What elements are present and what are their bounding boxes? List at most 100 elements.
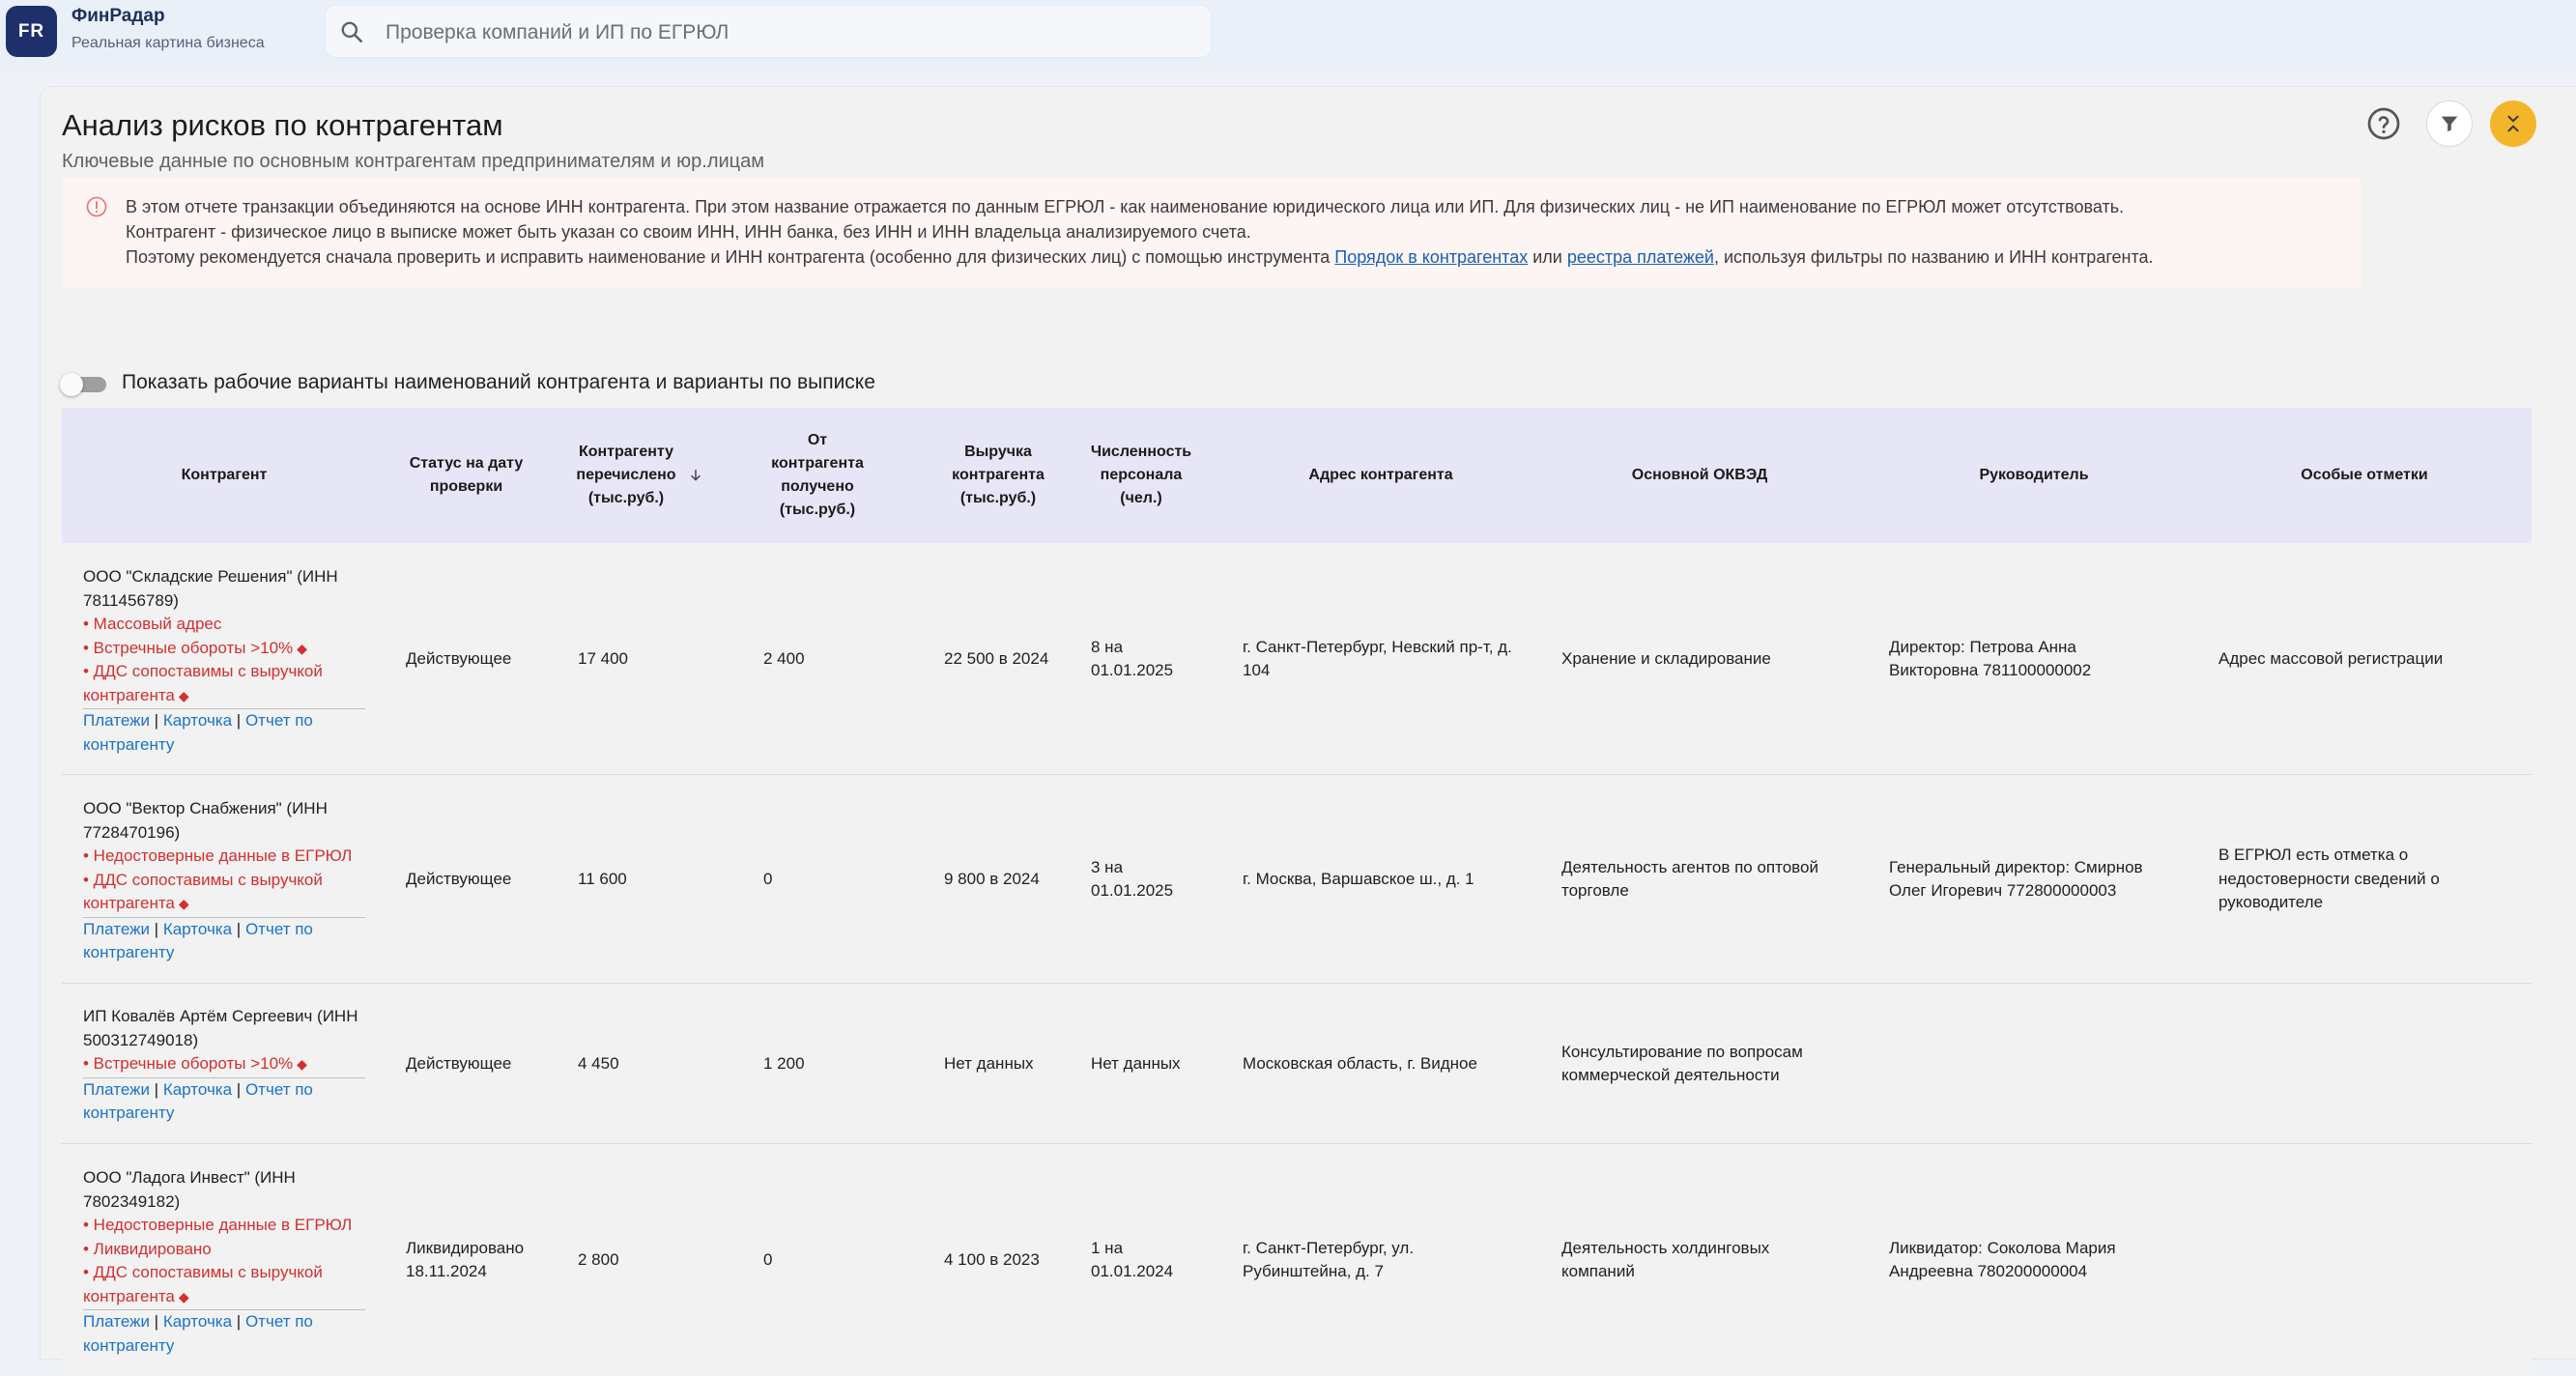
- alert-circle-icon: [86, 196, 107, 217]
- page-title: Анализ рисков по контрагентам: [62, 108, 503, 142]
- table-row[interactable]: ООО "Вектор Снабжения" (ИНН 7728470196) …: [62, 775, 2532, 984]
- warning-icon: ◆: [178, 896, 189, 911]
- address-cell: г. Санкт-Петербург, ул. Рубинштейна, д. …: [1243, 1238, 1415, 1281]
- risk-flag: • ДДС сопоставимы с выручкой контрагента…: [83, 1263, 323, 1305]
- staff-cell: Нет данных: [1091, 1053, 1181, 1073]
- paid-cell: 2 800: [578, 1249, 619, 1269]
- risk-flag: • ДДС сопоставимы с выручкой контрагента…: [83, 662, 323, 704]
- column-header-received[interactable]: От контрагента получено (тыс.руб.): [756, 408, 879, 543]
- counterparty-name[interactable]: ООО "Ладога Инвест" (ИНН 7802349182): [83, 1166, 373, 1214]
- brand-name: ФинРадар: [72, 6, 165, 26]
- link-separator: |: [232, 919, 245, 938]
- risk-flag: • Встречные обороты >10% ◆: [83, 1054, 307, 1073]
- column-header-label: Контрагенту перечислено (тыс.руб.): [576, 444, 676, 506]
- status-cell: Действующее: [406, 1053, 512, 1073]
- risk-flag: • Ликвидировано: [83, 1239, 212, 1258]
- help-icon[interactable]: [2366, 106, 2401, 141]
- column-header-address[interactable]: Адрес контрагента: [1231, 408, 1531, 543]
- card-link[interactable]: Карточка: [163, 711, 232, 730]
- received-cell: 1 200: [763, 1053, 805, 1073]
- head-cell: Ликвидатор: Соколова Мария Андреевна 780…: [1889, 1238, 2116, 1281]
- column-header-label: Статус на дату проверки: [409, 455, 524, 495]
- column-header-notes[interactable]: Особые отметки: [2205, 408, 2524, 543]
- table-header: Контрагент Статус на дату проверки Контр…: [62, 408, 2532, 543]
- address-cell: г. Москва, Варшавское ш., д. 1: [1243, 869, 1474, 888]
- column-header-head[interactable]: Руководитель: [1875, 408, 2193, 543]
- payments-link[interactable]: Платежи: [83, 920, 150, 938]
- column-header-okved[interactable]: Основной ОКВЭД: [1550, 408, 1849, 543]
- page-subtitle: Ключевые данные по основным контрагентам…: [62, 151, 764, 172]
- card-link[interactable]: Карточка: [163, 1080, 232, 1099]
- card-link[interactable]: Карточка: [163, 920, 232, 938]
- revenue-cell: 22 500 в 2024: [944, 648, 1049, 668]
- table-row[interactable]: ООО "Складские Решения" (ИНН 7811456789)…: [62, 543, 2532, 775]
- payments-link[interactable]: Платежи: [83, 1080, 150, 1099]
- card-link[interactable]: Карточка: [163, 1312, 232, 1331]
- app-logo[interactable]: FR: [6, 6, 57, 57]
- payments-link[interactable]: Платежи: [83, 711, 150, 730]
- brand-tagline: Реальная картина бизнеса: [72, 35, 265, 51]
- received-cell: 2 400: [763, 648, 805, 668]
- search-box[interactable]: [326, 6, 1211, 59]
- okved-cell: Деятельность агентов по оптовой торговле: [1561, 857, 1818, 901]
- column-header-revenue[interactable]: Выручка контрагента (тыс.руб.): [935, 408, 1061, 543]
- link-separator: |: [149, 1312, 163, 1331]
- payments-registry-link[interactable]: реестра платежей: [1567, 247, 1714, 267]
- warning-icon: ◆: [297, 640, 307, 656]
- column-header-label: Выручка контрагента (тыс.руб.): [952, 444, 1045, 506]
- filter-icon: [2441, 116, 2458, 132]
- revenue-cell: 4 100 в 2023: [944, 1249, 1040, 1269]
- link-separator: |: [149, 919, 163, 938]
- info-notice: В этом отчете транзакции объединяются на…: [62, 178, 2361, 288]
- notice-text-part: или: [1528, 247, 1567, 267]
- notes-cell: В ЕГРЮЛ есть отметка о недостоверности с…: [2218, 846, 2440, 912]
- staff-cell: 3 на 01.01.2025: [1091, 857, 1174, 901]
- notes-cell: [2218, 1144, 2508, 1376]
- column-header-staff[interactable]: Численность персонала (чел.): [1080, 408, 1202, 543]
- table-row[interactable]: ООО "Ладога Инвест" (ИНН 7802349182) • Н…: [62, 1144, 2532, 1376]
- filter-button[interactable]: [2426, 100, 2473, 147]
- link-separator: |: [232, 711, 245, 730]
- table-row[interactable]: ИП Ковалёв Артём Сергеевич (ИНН 50031274…: [62, 984, 2532, 1144]
- risk-flag: • Массовый адрес: [83, 615, 222, 633]
- column-header-label: Основной ОКВЭД: [1631, 467, 1768, 483]
- variants-toggle[interactable]: [60, 373, 106, 396]
- counterparty-cell: ИП Ковалёв Артём Сергеевич (ИНН 50031274…: [83, 1005, 373, 1126]
- revenue-cell: Нет данных: [944, 1053, 1034, 1073]
- top-bar: FR ФинРадар Реальная картина бизнеса: [0, 0, 2576, 72]
- sort-desc-icon[interactable]: [688, 468, 703, 483]
- collapse-button[interactable]: [2490, 100, 2536, 147]
- counterparty-links: Платежи | Карточка | Отчет по контрагент…: [83, 708, 365, 757]
- link-separator: |: [232, 1079, 245, 1099]
- okved-cell: Консультирование по вопросам коммерческо…: [1561, 1042, 1803, 1085]
- paid-cell: 11 600: [578, 869, 627, 888]
- counterparty-name[interactable]: ИП Ковалёв Артём Сергеевич (ИНН 50031274…: [83, 1005, 373, 1052]
- counterparty-order-link[interactable]: Порядок в контрагентах: [1334, 247, 1528, 267]
- column-header-paid[interactable]: Контрагенту перечислено (тыс.руб.): [569, 408, 706, 543]
- received-cell: 0: [763, 869, 773, 888]
- column-header-label: Особые отметки: [2301, 467, 2428, 483]
- column-header-status[interactable]: Статус на дату проверки: [386, 408, 546, 543]
- status-cell: Действующее: [406, 869, 512, 888]
- counterparty-name[interactable]: ООО "Складские Решения" (ИНН 7811456789): [83, 565, 373, 613]
- status-cell: Действующее: [406, 648, 512, 668]
- column-header-label: От контрагента получено (тыс.руб.): [771, 432, 864, 518]
- notice-text-part: Поэтому рекомендуется сначала проверить …: [126, 247, 1335, 267]
- column-header-counterparty[interactable]: Контрагент: [62, 408, 386, 543]
- column-header-label: Руководитель: [1979, 467, 2089, 483]
- toggle-knob: [60, 373, 83, 396]
- head-cell: Директор: Петрова Анна Викторовна 781100…: [1889, 637, 2092, 680]
- warning-icon: ◆: [178, 1288, 189, 1304]
- search-input[interactable]: [384, 6, 1189, 59]
- payments-link[interactable]: Платежи: [83, 1312, 150, 1331]
- okved-cell: Деятельность холдинговых компаний: [1561, 1238, 1770, 1281]
- staff-cell: 8 на 01.01.2025: [1091, 637, 1174, 680]
- column-header-label: Контрагент: [181, 467, 268, 483]
- counterparty-cell: ООО "Ладога Инвест" (ИНН 7802349182) • Н…: [83, 1166, 373, 1358]
- collapse-icon: [2507, 115, 2519, 132]
- variants-toggle-label: Показать рабочие варианты наименований к…: [122, 371, 875, 393]
- paid-cell: 4 450: [578, 1053, 619, 1073]
- link-separator: |: [149, 711, 163, 730]
- counterparty-name[interactable]: ООО "Вектор Снабжения" (ИНН 7728470196): [83, 797, 373, 845]
- revenue-cell: 9 800 в 2024: [944, 869, 1040, 888]
